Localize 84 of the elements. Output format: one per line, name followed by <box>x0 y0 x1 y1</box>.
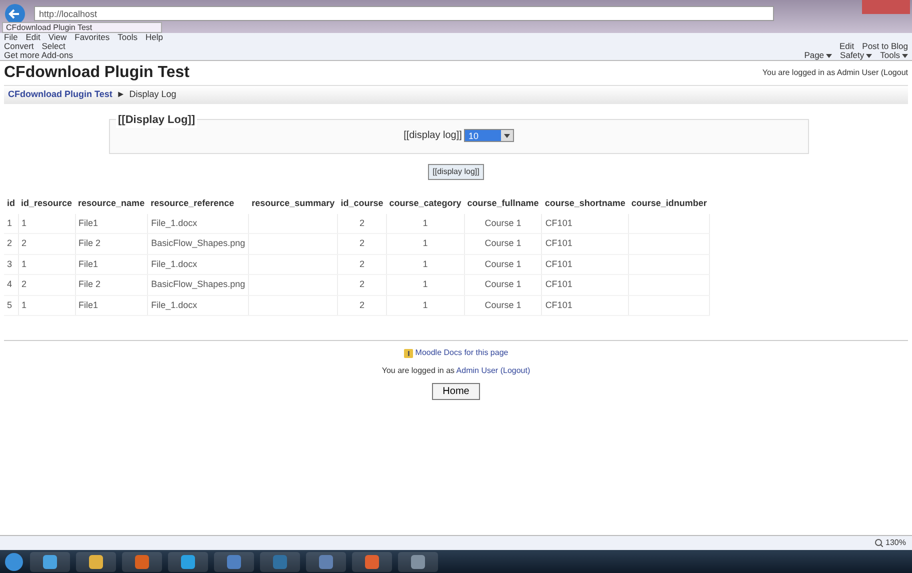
table-cell: 1 <box>386 274 464 295</box>
table-cell: File1 <box>75 254 148 274</box>
home-button[interactable]: Home <box>432 383 480 400</box>
table-cell: 2 <box>338 295 386 316</box>
table-cell: CF101 <box>542 234 628 254</box>
taskbar-app-icon[interactable] <box>168 552 208 572</box>
browser-tab[interactable]: CFdownload Plugin Test <box>2 22 162 33</box>
table-cell: 1 <box>386 234 464 254</box>
breadcrumb-separator: ► <box>116 88 126 101</box>
table-cell: 1 <box>18 254 76 274</box>
display-log-select[interactable]: 10 <box>464 129 514 142</box>
column-header: course_idnumber <box>630 197 708 210</box>
column-header: resource_name <box>77 197 146 210</box>
table-cell: CF101 <box>542 254 628 274</box>
column-header: course_shortname <box>544 197 626 210</box>
table-cell: Course 1 <box>464 214 542 234</box>
table-cell: 4 <box>4 274 18 295</box>
column-header: resource_reference <box>150 197 236 210</box>
table-cell: CF101 <box>542 214 628 234</box>
table-cell: 2 <box>338 274 386 295</box>
menu-item[interactable]: Tools <box>118 31 138 44</box>
taskbar-app-icon[interactable] <box>30 552 70 572</box>
column-header: id_resource <box>20 197 74 210</box>
table-cell: File 2 <box>75 234 148 254</box>
table-cell: 2 <box>18 234 76 254</box>
table-cell: 2 <box>4 234 18 254</box>
field-label: [[display log]] <box>404 129 462 143</box>
taskbar-app-icon[interactable] <box>76 552 116 572</box>
taskbar-app-icon[interactable] <box>306 552 346 572</box>
column-header: id_course <box>340 197 384 210</box>
table-cell: 1 <box>18 214 76 234</box>
caret-icon[interactable] <box>826 54 832 58</box>
column-header: course_category <box>388 197 462 210</box>
start-button[interactable] <box>4 552 24 572</box>
table-cell: File1 <box>75 295 148 316</box>
column-header: id <box>6 197 16 210</box>
table-cell: 1 <box>386 254 464 274</box>
site-title: CFdownload Plugin Test <box>4 63 190 83</box>
breadcrumb-link[interactable]: Display Log <box>129 88 176 102</box>
table-cell: Course 1 <box>464 234 542 254</box>
table-cell: 1 <box>18 295 76 316</box>
table-cell: 1 <box>386 295 464 316</box>
table-cell: Course 1 <box>464 274 542 295</box>
table-cell: 1 <box>4 214 18 234</box>
table-cell: 1 <box>386 214 464 234</box>
table-cell: 5 <box>4 295 18 316</box>
column-header: resource_summary <box>250 197 336 210</box>
table-cell: Course 1 <box>464 295 542 316</box>
login-info: You are logged in as Admin User (Logout) <box>382 365 530 377</box>
table-cell: CF101 <box>542 274 628 295</box>
table-cell: File_1.docx <box>148 295 249 316</box>
table-cell: 2 <box>338 254 386 274</box>
taskbar-app-icon[interactable] <box>214 552 254 572</box>
info-icon <box>404 348 413 358</box>
table-cell: 2 <box>338 234 386 254</box>
table-cell: File1 <box>75 214 148 234</box>
menu-item[interactable]: Favorites <box>74 31 110 44</box>
zoom-level[interactable]: 130% <box>886 536 906 550</box>
taskbar-app-icon[interactable] <box>122 552 162 572</box>
logout-link[interactable]: (Logout) <box>500 366 530 375</box>
user-link[interactable]: Admin User <box>456 366 498 375</box>
table-cell: Course 1 <box>464 254 542 274</box>
table-cell: 2 <box>18 274 76 295</box>
docs-link[interactable]: Moodle Docs for this page <box>415 347 508 359</box>
table-cell: 3 <box>4 254 18 274</box>
table-cell: BasicFlow_Shapes.png <box>148 234 249 254</box>
login-info: You are logged in as Admin User (Logout <box>762 67 908 79</box>
table-cell: CF101 <box>542 295 628 316</box>
table-cell: 2 <box>338 214 386 234</box>
taskbar-app-icon[interactable] <box>352 552 392 572</box>
command-bar-button[interactable]: Page <box>804 49 824 62</box>
table-cell: File_1.docx <box>148 254 249 274</box>
table-cell: File 2 <box>75 274 148 295</box>
taskbar-app-icon[interactable] <box>398 552 438 572</box>
display-log-button[interactable]: [[display log]] <box>428 164 484 180</box>
breadcrumb-link[interactable]: CFdownload Plugin Test <box>8 88 112 102</box>
table-cell: File_1.docx <box>148 214 249 234</box>
caret-icon[interactable] <box>866 54 872 58</box>
column-header: course_fullname <box>466 197 540 210</box>
address-bar[interactable]: http://localhost <box>34 6 774 21</box>
caret-icon[interactable] <box>902 54 908 58</box>
menu-item[interactable]: Help <box>145 31 163 44</box>
table-cell: BasicFlow_Shapes.png <box>148 274 249 295</box>
zoom-icon <box>875 539 884 547</box>
